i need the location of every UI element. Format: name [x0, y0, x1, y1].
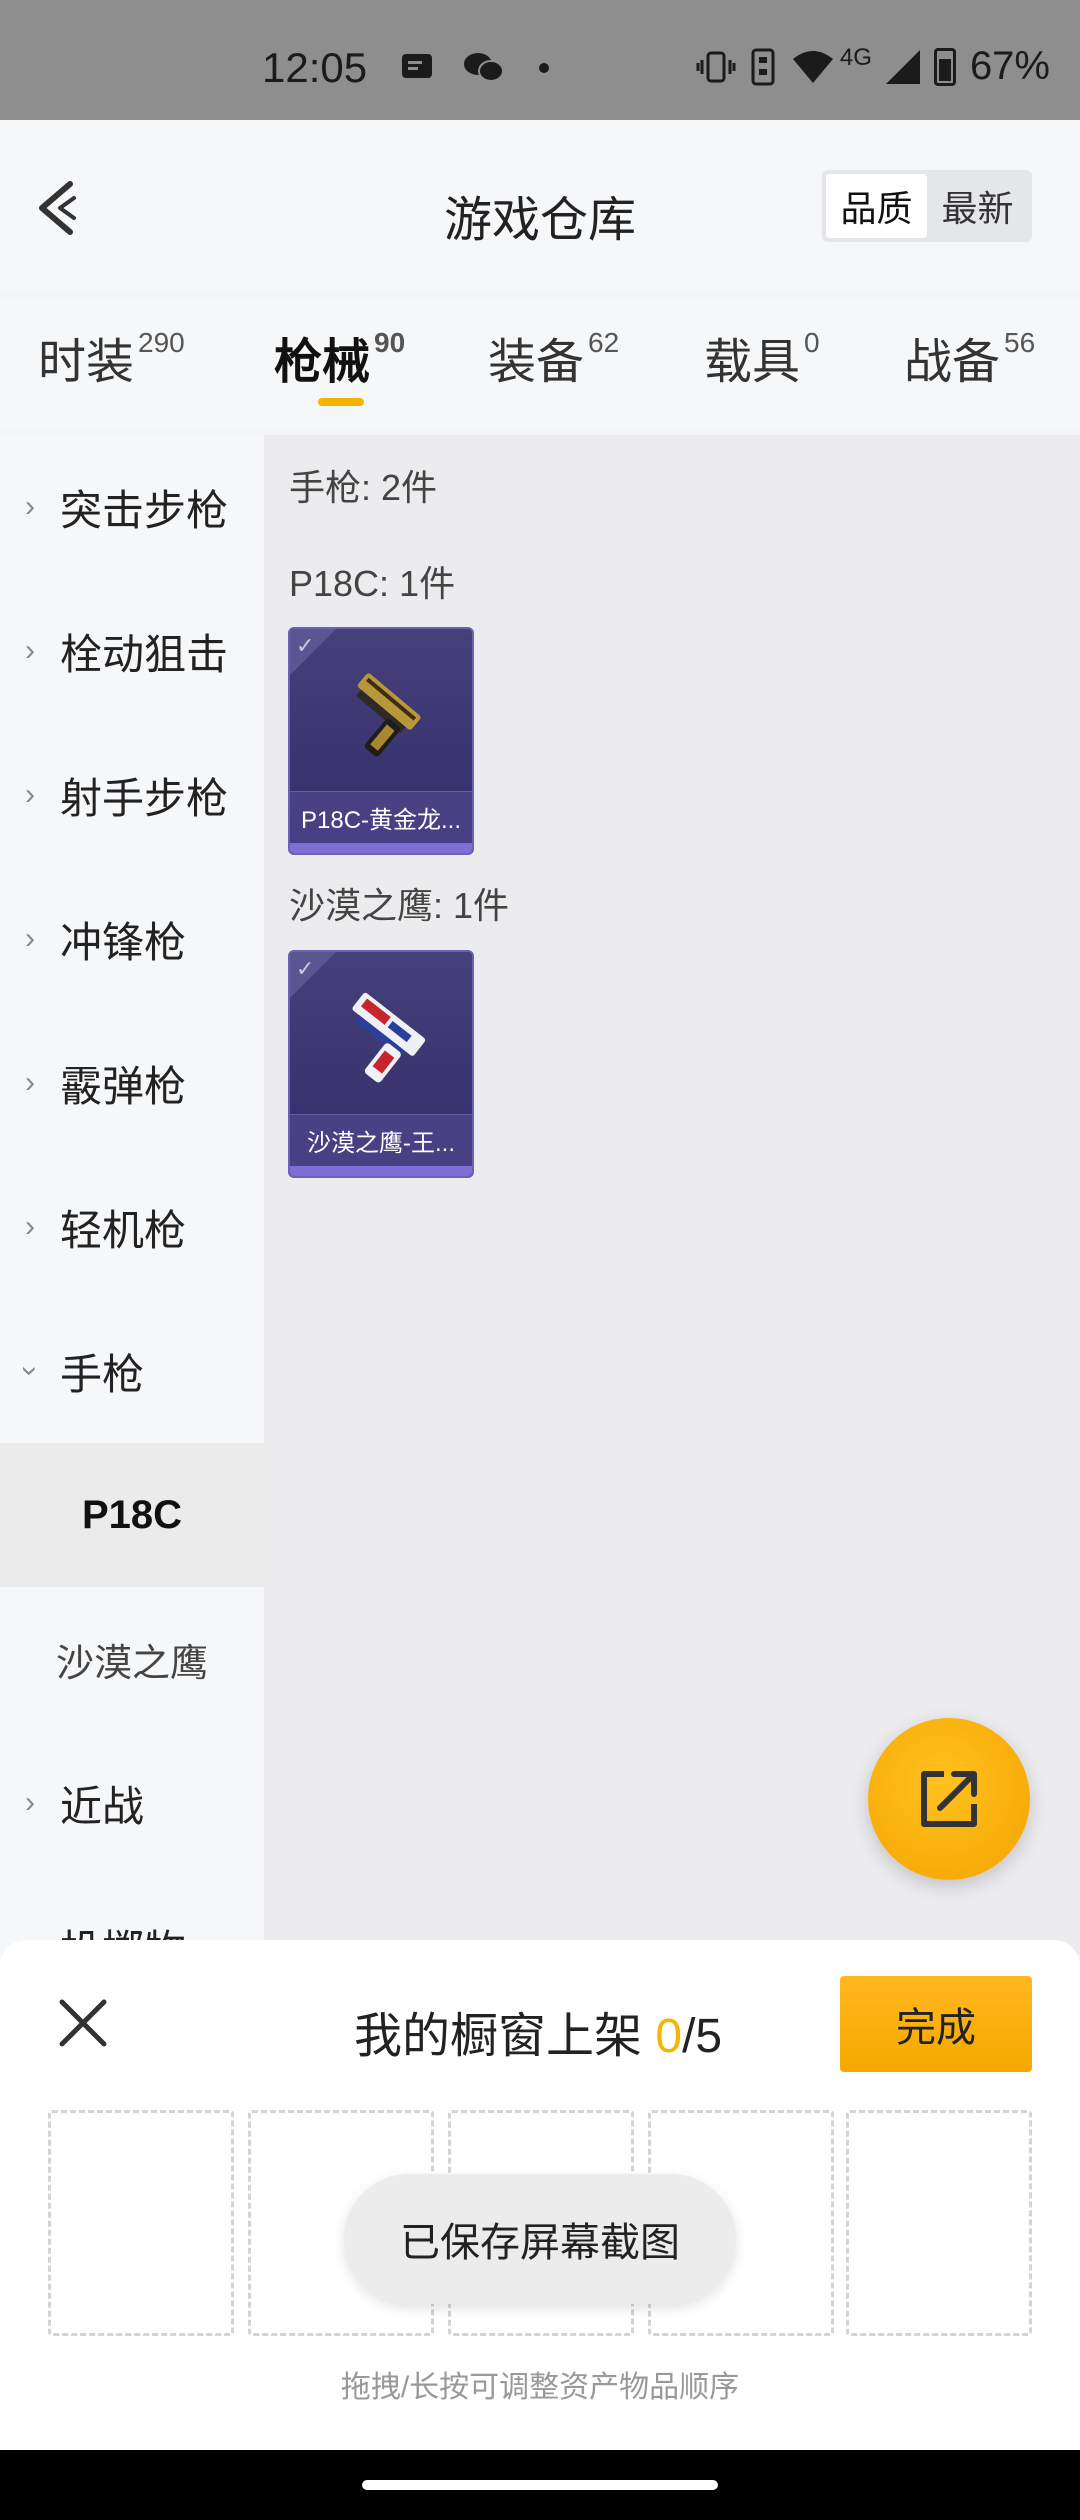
header: 游戏仓库 品质 最新 [0, 120, 1080, 290]
item-card[interactable]: ✓ 沙漠之鹰-王... [288, 950, 474, 1178]
tab-count: 90 [374, 327, 406, 358]
item-name: P18C-黄金龙... [290, 791, 472, 843]
category-tabs: 时装 290 枪械 90 装备 62 载具 0 战备 56 [0, 300, 1080, 430]
wifi-icon [792, 50, 833, 83]
tab-label: 载具 [704, 336, 801, 389]
sidebar-item-melee[interactable]: › 近战 [0, 1731, 264, 1875]
share-button[interactable] [868, 1718, 1030, 1880]
sidebar-item-label: 冲锋枪 [60, 918, 187, 966]
sidebar-item-assault-rifle[interactable]: › 突击步枪 [0, 435, 264, 579]
network-label: 4G [839, 43, 872, 71]
tab-count: 0 [804, 327, 820, 358]
sidebar-item-label: 沙漠之鹰 [55, 1642, 208, 1685]
showcase-title-text: 我的橱窗上架 [354, 2010, 643, 2063]
showcase-count-total: /5 [682, 2010, 723, 2063]
category-count-label: 手枪: 2件 [289, 467, 438, 508]
sort-option-newest[interactable]: 最新 [927, 174, 1028, 238]
chevron-right-icon: › [25, 1066, 35, 1099]
sidebar-item-label: 近战 [60, 1782, 145, 1830]
check-icon: ✓ [296, 956, 315, 981]
share-icon [921, 1771, 977, 1827]
sidebar-subitem-desert-eagle[interactable]: 沙漠之鹰 [0, 1587, 264, 1731]
chevron-down-icon: › [14, 1366, 47, 1376]
sidebar-item-shotgun[interactable]: › 霰弹枪 [0, 1011, 264, 1155]
chevron-right-icon: › [25, 634, 35, 667]
chevron-right-icon: › [25, 490, 35, 523]
wechat-icon [464, 53, 504, 82]
home-indicator[interactable] [362, 2480, 718, 2490]
rarity-strip [290, 843, 472, 853]
item-name: 沙漠之鹰-王... [290, 1114, 472, 1166]
showcase-slot[interactable] [846, 2110, 1032, 2336]
rarity-strip [290, 1166, 472, 1176]
tab-guns[interactable]: 枪械 90 [274, 322, 405, 392]
status-bar: 12:05 4G 67% [0, 0, 1080, 120]
sidebar-item-bolt-sniper[interactable]: › 栓动狙击 [0, 579, 264, 723]
sidebar-item-marksman-rifle[interactable]: › 射手步枪 [0, 723, 264, 867]
chevron-right-icon: › [25, 922, 35, 955]
dot-icon [539, 63, 549, 73]
sidebar-subitem-p18c[interactable]: P18C [0, 1443, 264, 1587]
status-right: 4G 67% [696, 44, 1050, 89]
item-card[interactable]: ✓ P18C-黄金龙... [288, 627, 474, 855]
tab-supplies[interactable]: 战备 56 [904, 322, 1035, 392]
signal-icon [885, 49, 920, 84]
tab-count: 290 [138, 327, 185, 358]
reorder-hint: 拖拽/长按可调整资产物品顺序 [340, 2371, 740, 2404]
navigation-bar [0, 2450, 1080, 2520]
sidebar-item-lmg[interactable]: › 轻机枪 [0, 1155, 264, 1299]
tab-fashion[interactable]: 时装 290 [38, 322, 185, 392]
sidebar-item-label: 霰弹枪 [60, 1062, 187, 1110]
sim-icon [751, 48, 775, 85]
group-label: 沙漠之鹰: 1件 [289, 885, 510, 926]
tab-label: 枪械 [274, 336, 371, 389]
showcase-slot[interactable] [48, 2110, 234, 2336]
tab-count: 56 [1004, 327, 1036, 358]
close-icon[interactable] [56, 1996, 110, 2050]
battery-icon [933, 47, 956, 86]
sidebar-item-label: 栓动狙击 [60, 630, 229, 678]
sidebar-item-label: 轻机枪 [60, 1206, 187, 1254]
tab-label: 装备 [488, 336, 585, 389]
sort-option-quality[interactable]: 品质 [826, 174, 927, 238]
chevron-right-icon: › [25, 1210, 35, 1243]
screenshot-toast: 已保存屏幕截图 [344, 2174, 736, 2304]
battery-percent: 67% [969, 44, 1050, 88]
sidebar-item-label: 手枪 [60, 1350, 145, 1398]
pistol-image [352, 992, 426, 1083]
group-label: P18C: 1件 [289, 563, 456, 604]
sort-toggle: 品质 最新 [822, 170, 1032, 242]
sidebar-item-pistol[interactable]: › 手枪 [0, 1299, 264, 1443]
tab-label: 战备 [904, 336, 1001, 389]
status-time: 12:05 [262, 44, 368, 91]
sidebar-item-smg[interactable]: › 冲锋枪 [0, 867, 264, 1011]
check-icon: ✓ [296, 633, 315, 658]
sidebar-item-label: 射手步枪 [60, 774, 229, 822]
active-tab-indicator [318, 398, 364, 406]
showcase-title: 我的橱窗上架 0/5 [354, 1996, 722, 2066]
tab-equipment[interactable]: 装备 62 [488, 322, 619, 392]
sidebar-item-label: P18C [81, 1492, 183, 1537]
chevron-right-icon: › [25, 778, 35, 811]
tab-count: 62 [588, 327, 620, 358]
vibrate-icon [696, 51, 736, 82]
tab-vehicles[interactable]: 载具 0 [704, 322, 820, 392]
chevron-right-icon: › [25, 1786, 35, 1819]
pistol-image [356, 673, 421, 757]
tab-label: 时装 [38, 336, 135, 389]
sidebar-item-label: 突击步枪 [60, 486, 229, 534]
done-button[interactable]: 完成 [840, 1976, 1032, 2072]
showcase-count-current: 0 [655, 2010, 683, 2063]
message-icon [402, 54, 432, 78]
sidebar: › 突击步枪 › 栓动狙击 › 射手步枪 › 冲锋枪 › 霰弹枪 › 轻机枪 › 手枪 P18… [0, 435, 264, 1955]
